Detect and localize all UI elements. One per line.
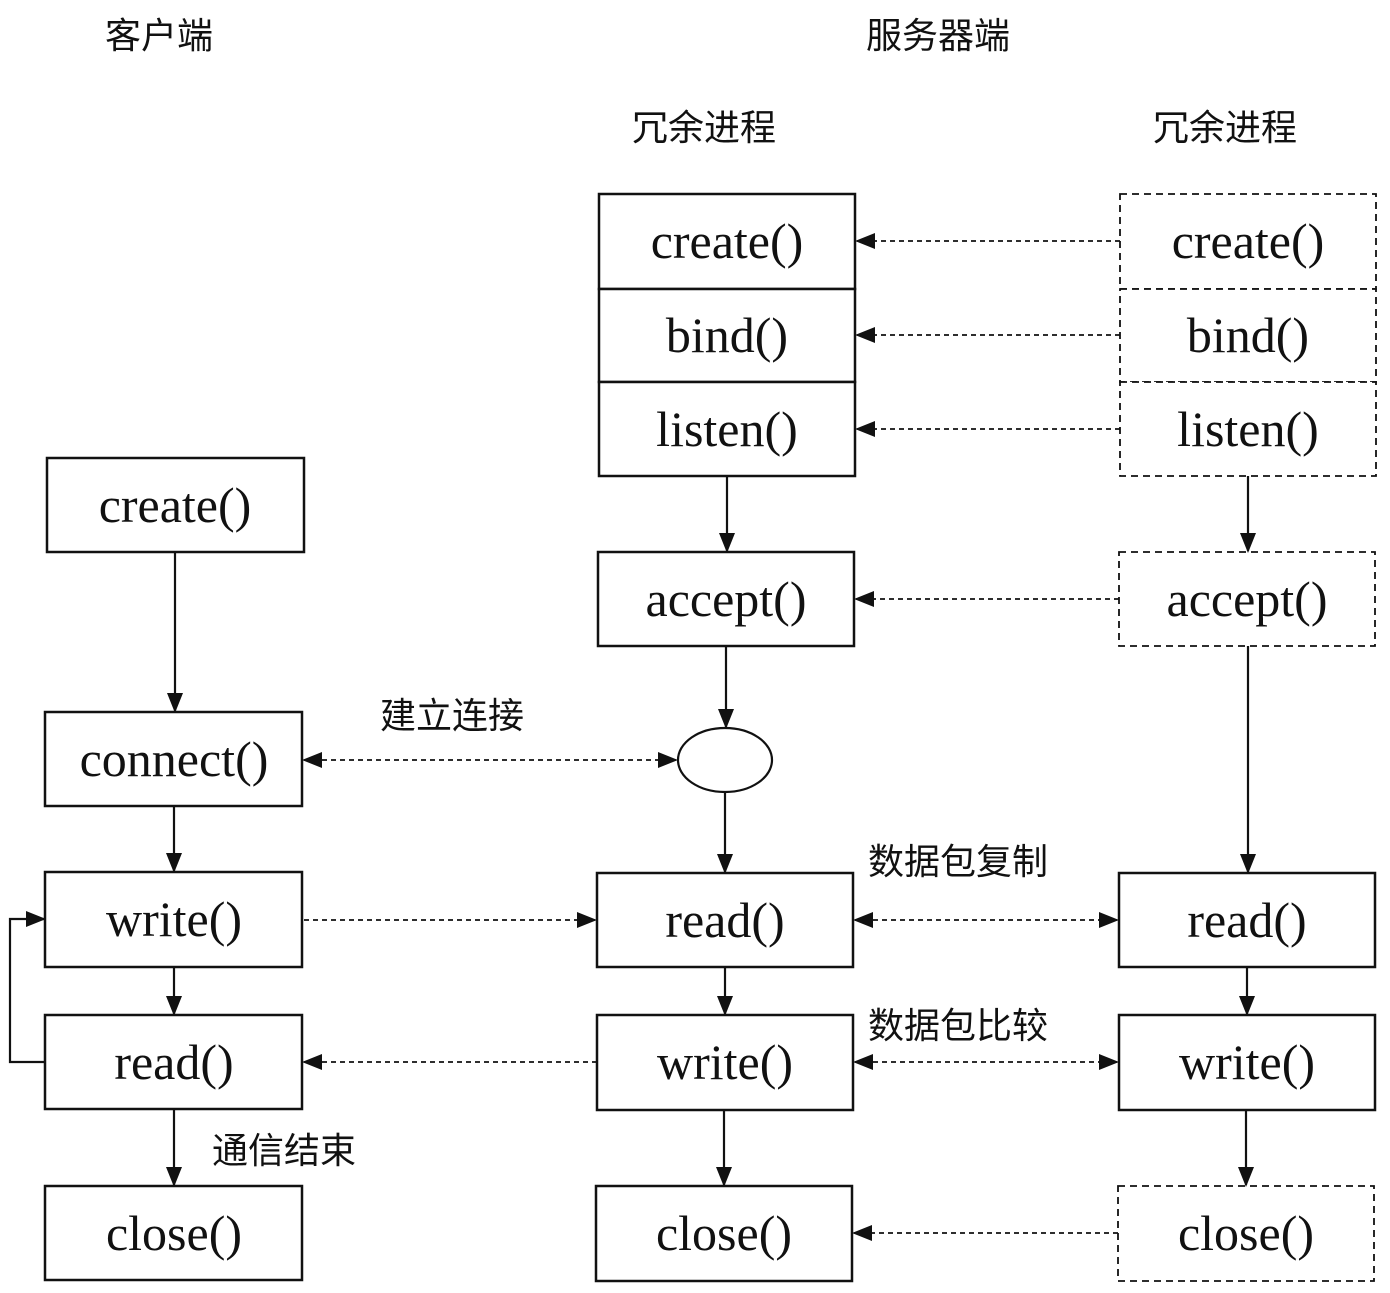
redundant-read-label: read() xyxy=(1187,892,1306,948)
redundant-close-node: close() xyxy=(1117,1185,1375,1282)
server-read-node: read() xyxy=(595,871,855,969)
redundant-create-label: create() xyxy=(1172,213,1325,269)
redundant-bind-label: bind() xyxy=(1187,307,1309,363)
client-create-label: create() xyxy=(99,477,252,533)
server-create-label: create() xyxy=(651,213,804,269)
server-header: 服务器端 xyxy=(866,16,1010,57)
arrow-client-loop-read-to-write xyxy=(8,911,46,1064)
redundant-close-label: close() xyxy=(1178,1205,1314,1261)
client-header: 客户端 xyxy=(105,16,213,57)
client-connect-node: connect() xyxy=(43,710,304,808)
redundant-accept-node: accept() xyxy=(1118,551,1376,647)
redundant-write-label: write() xyxy=(1179,1034,1315,1090)
server-write-label: write() xyxy=(657,1034,793,1090)
server-accept-label: accept() xyxy=(646,571,807,627)
redundant-write-node: write() xyxy=(1117,1013,1377,1112)
client-read-node: read() xyxy=(43,1013,304,1111)
redundant-create-node: create() xyxy=(1119,193,1377,290)
server-read-label: read() xyxy=(665,892,784,948)
packet-copy-label: 数据包复制 xyxy=(868,842,1048,883)
client-write-label: write() xyxy=(106,891,242,947)
packet-compare-label: 数据包比较 xyxy=(868,1006,1048,1047)
redundant-read-node: read() xyxy=(1117,871,1377,969)
server-listen-node: listen() xyxy=(597,380,857,478)
server-accept-node: accept() xyxy=(596,550,856,648)
client-create-node: create() xyxy=(45,456,306,554)
server-create-node: create() xyxy=(597,192,857,291)
redundant-listen-label: listen() xyxy=(1177,401,1319,457)
client-read-label: read() xyxy=(114,1034,233,1090)
redundant-listen-node: listen() xyxy=(1119,381,1377,477)
establish-connection-label: 建立连接 xyxy=(380,696,524,737)
server-bind-label: bind() xyxy=(666,307,788,363)
server-listen-label: listen() xyxy=(656,401,798,457)
client-close-label: close() xyxy=(106,1205,242,1261)
redundant-process-header-left: 冗余进程 xyxy=(632,108,776,149)
socket-flow-diagram: 客户端 服务器端 冗余进程 冗余进程 create() connect() wr… xyxy=(8,16,1377,1283)
redundant-bind-node: bind() xyxy=(1119,288,1377,383)
redundant-accept-label: accept() xyxy=(1167,571,1328,627)
connection-node xyxy=(676,726,774,794)
server-bind-node: bind() xyxy=(597,287,857,384)
client-write-node: write() xyxy=(43,870,304,969)
client-connect-label: connect() xyxy=(80,731,269,787)
server-close-label: close() xyxy=(656,1205,792,1261)
server-write-node: write() xyxy=(595,1013,855,1112)
redundant-process-header-right: 冗余进程 xyxy=(1153,108,1297,149)
server-close-node: close() xyxy=(594,1184,854,1283)
communication-end-label: 通信结束 xyxy=(212,1131,356,1172)
client-close-node: close() xyxy=(43,1184,304,1282)
